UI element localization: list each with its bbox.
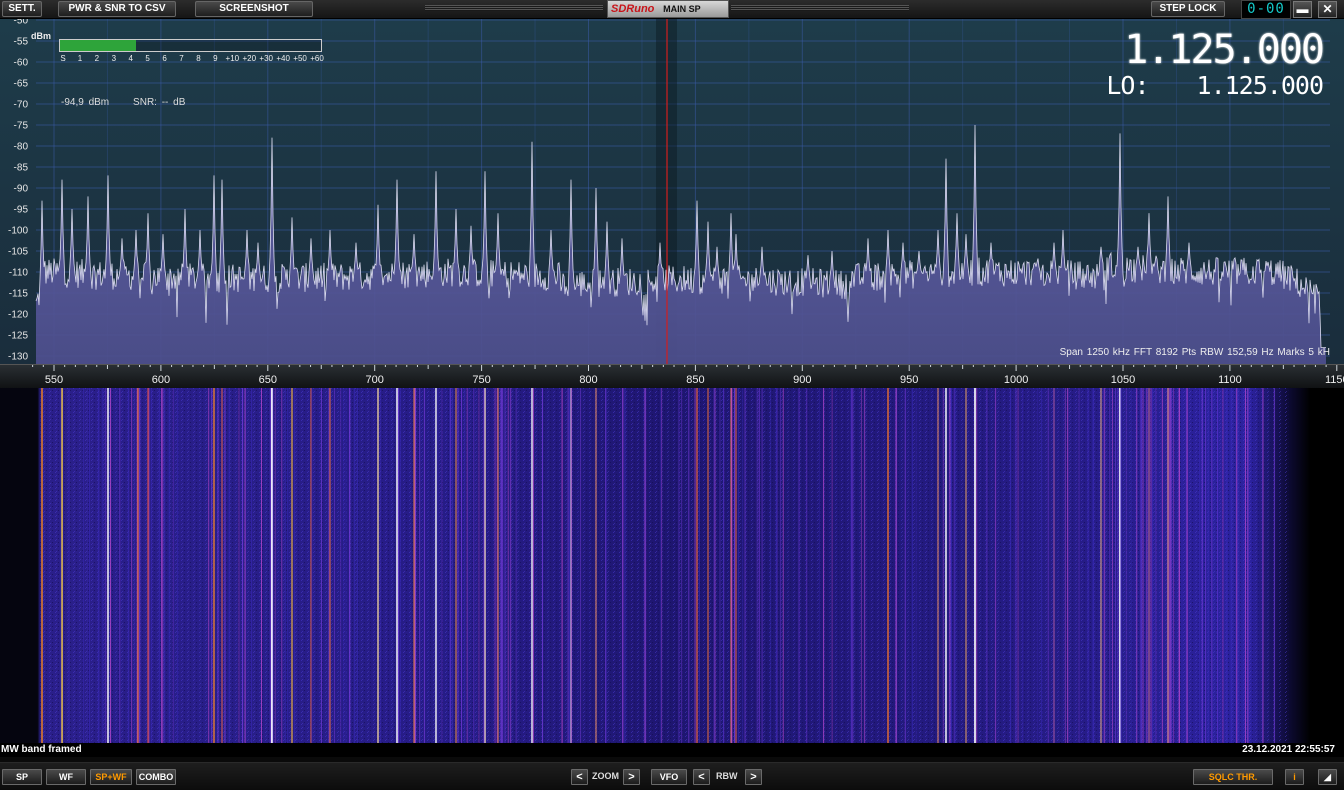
frequency-label: 1100 [1218,374,1242,386]
y-axis-label: -85 [14,163,29,174]
combo-view-button[interactable]: COMBO [136,769,176,785]
frequency-label: 950 [900,374,918,386]
meter-scale-label: 8 [196,54,201,63]
sqlc-threshold-button[interactable]: SQLC THR. [1193,769,1273,785]
meter-scale-label: S [60,54,66,63]
title-grip-right[interactable] [731,5,909,11]
signal-meter-fill [60,40,136,51]
frequency-label: 850 [686,374,704,386]
vfo-frequency[interactable]: 1.125.000 [1124,27,1325,73]
y-axis-label: -75 [14,121,29,132]
frequency-label: 800 [579,374,597,386]
meter-scale-label: 1 [77,54,83,63]
status-timestamp: 23.12.2021 22:55:57 [1242,744,1335,755]
bottom-toolbar: SP WF SP+WF COMBO < ZOOM > VFO < RBW > S… [0,762,1344,790]
fft-info: Span 1250 kHz FFT 8192 Pts RBW 152,59 Hz… [1059,347,1330,358]
meter-scale-label: 2 [94,54,100,63]
frequency-label: 750 [472,374,490,386]
snr-value: SNR: -- dB [133,97,186,108]
rbw-increase-button[interactable]: > [745,769,762,785]
signal-meter [59,39,322,52]
lo-label: LO: [1106,71,1149,100]
sp-view-button[interactable]: SP [2,769,42,785]
status-label: MW band framed [1,744,82,755]
rbw-label: RBW [716,771,738,781]
frequency-axis[interactable]: 550 600 650 700 750 800 850 900 950 1000 1050 1100 1… [0,364,1344,389]
zoom-label: ZOOM [592,771,619,781]
waterfall-graph[interactable] [0,388,1344,743]
frequency-label: 1150 [1325,374,1344,386]
vfo-button[interactable]: VFO [651,769,687,785]
meter-scale-label: 3 [111,54,117,63]
lo-frequency: 1.125.000 [1196,71,1324,100]
meter-scale-label: 6 [162,54,167,63]
frequency-label: 900 [793,374,811,386]
frequency-label: 1050 [1111,374,1135,386]
window-title: MAIN SP [663,4,701,14]
frequency-label: 1000 [1004,374,1028,386]
meter-unit: dBm [31,31,51,41]
window-title-panel[interactable]: SDRuno MAIN SP [607,0,729,18]
zoom-out-button[interactable]: < [571,769,588,785]
resize-handle-icon[interactable]: ◢ [1318,769,1337,785]
y-axis-label: -95 [14,205,29,216]
status-bar: MW band framed 23.12.2021 22:55:57 [0,743,1344,757]
meter-scale-label: 7 [179,54,184,63]
settings-button[interactable]: SETT. [2,1,42,17]
meter-scale-label: 4 [128,54,133,63]
signal-meter-scale: S 1 2 3 4 5 6 7 8 9 +10 +20 +30 +40 +50 +60 [59,54,324,64]
pwr-snr-csv-button[interactable]: PWR & SNR TO CSV [58,1,176,17]
minimize-button[interactable]: ▬ [1293,1,1312,18]
y-axis-label: -80 [14,142,29,153]
spectrum-display[interactable]: -50 -55 -60 -65 -70 -75 -80 -85 -90 -95 -100 -105 -1… [0,19,1344,364]
y-axis-label: -50 [14,19,29,27]
frequency-label: 550 [45,374,63,386]
frequency-label: 650 [259,374,277,386]
frequency-axis-ticks: 550 600 650 700 750 800 850 900 950 1000 1050 1100 1… [32,365,1344,386]
waterfall-display[interactable] [0,388,1344,743]
top-toolbar: SETT. PWR & SNR TO CSV SCREENSHOT SDRuno… [0,0,1344,19]
meter-scale-label: +20 [242,54,257,63]
meter-scale-label: +60 [310,54,324,63]
power-dbm: -94,9 dBm [61,97,110,108]
y-axis-label: -130 [8,352,28,363]
wf-view-button[interactable]: WF [46,769,86,785]
meter-scale-label: +50 [293,54,307,63]
close-button[interactable]: ✕ [1318,1,1337,18]
meter-scale-label: +10 [225,54,240,63]
y-axis-label: -55 [14,37,29,48]
y-axis-label: -110 [9,268,29,279]
title-grip-left[interactable] [425,5,603,11]
y-axis-label: -90 [14,184,29,195]
meter-scale-label: 9 [213,54,218,63]
y-axis-label: -120 [8,310,28,321]
meter-scale-label: +40 [276,54,290,63]
sp-wf-view-button[interactable]: SP+WF [90,769,132,785]
meter-scale-label: 5 [145,54,150,63]
y-axis-label: -70 [14,100,29,111]
sdruno-logo: SDRuno [611,3,655,15]
meter-scale-label: +30 [259,54,273,63]
frequency-label: 700 [366,374,384,386]
zoom-in-button[interactable]: > [623,769,640,785]
y-axis-label: -125 [8,331,28,342]
y-axis-label: -65 [14,79,29,90]
y-axis-label: -105 [8,247,28,258]
power-readings: -94,9 dBm SNR: -- dB [61,97,185,108]
clock-display: 0-00 [1241,0,1291,19]
step-lock-button[interactable]: STEP LOCK [1151,1,1225,17]
lo-frequency-row[interactable]: LO: 1.125.000 [1106,71,1324,100]
info-button[interactable]: i [1285,769,1304,785]
y-axis-label: -100 [8,226,28,237]
y-axis-label: -60 [14,58,29,69]
rbw-decrease-button[interactable]: < [693,769,710,785]
y-axis-label: -115 [9,289,29,300]
screenshot-button[interactable]: SCREENSHOT [195,1,313,17]
frequency-label: 600 [152,374,170,386]
